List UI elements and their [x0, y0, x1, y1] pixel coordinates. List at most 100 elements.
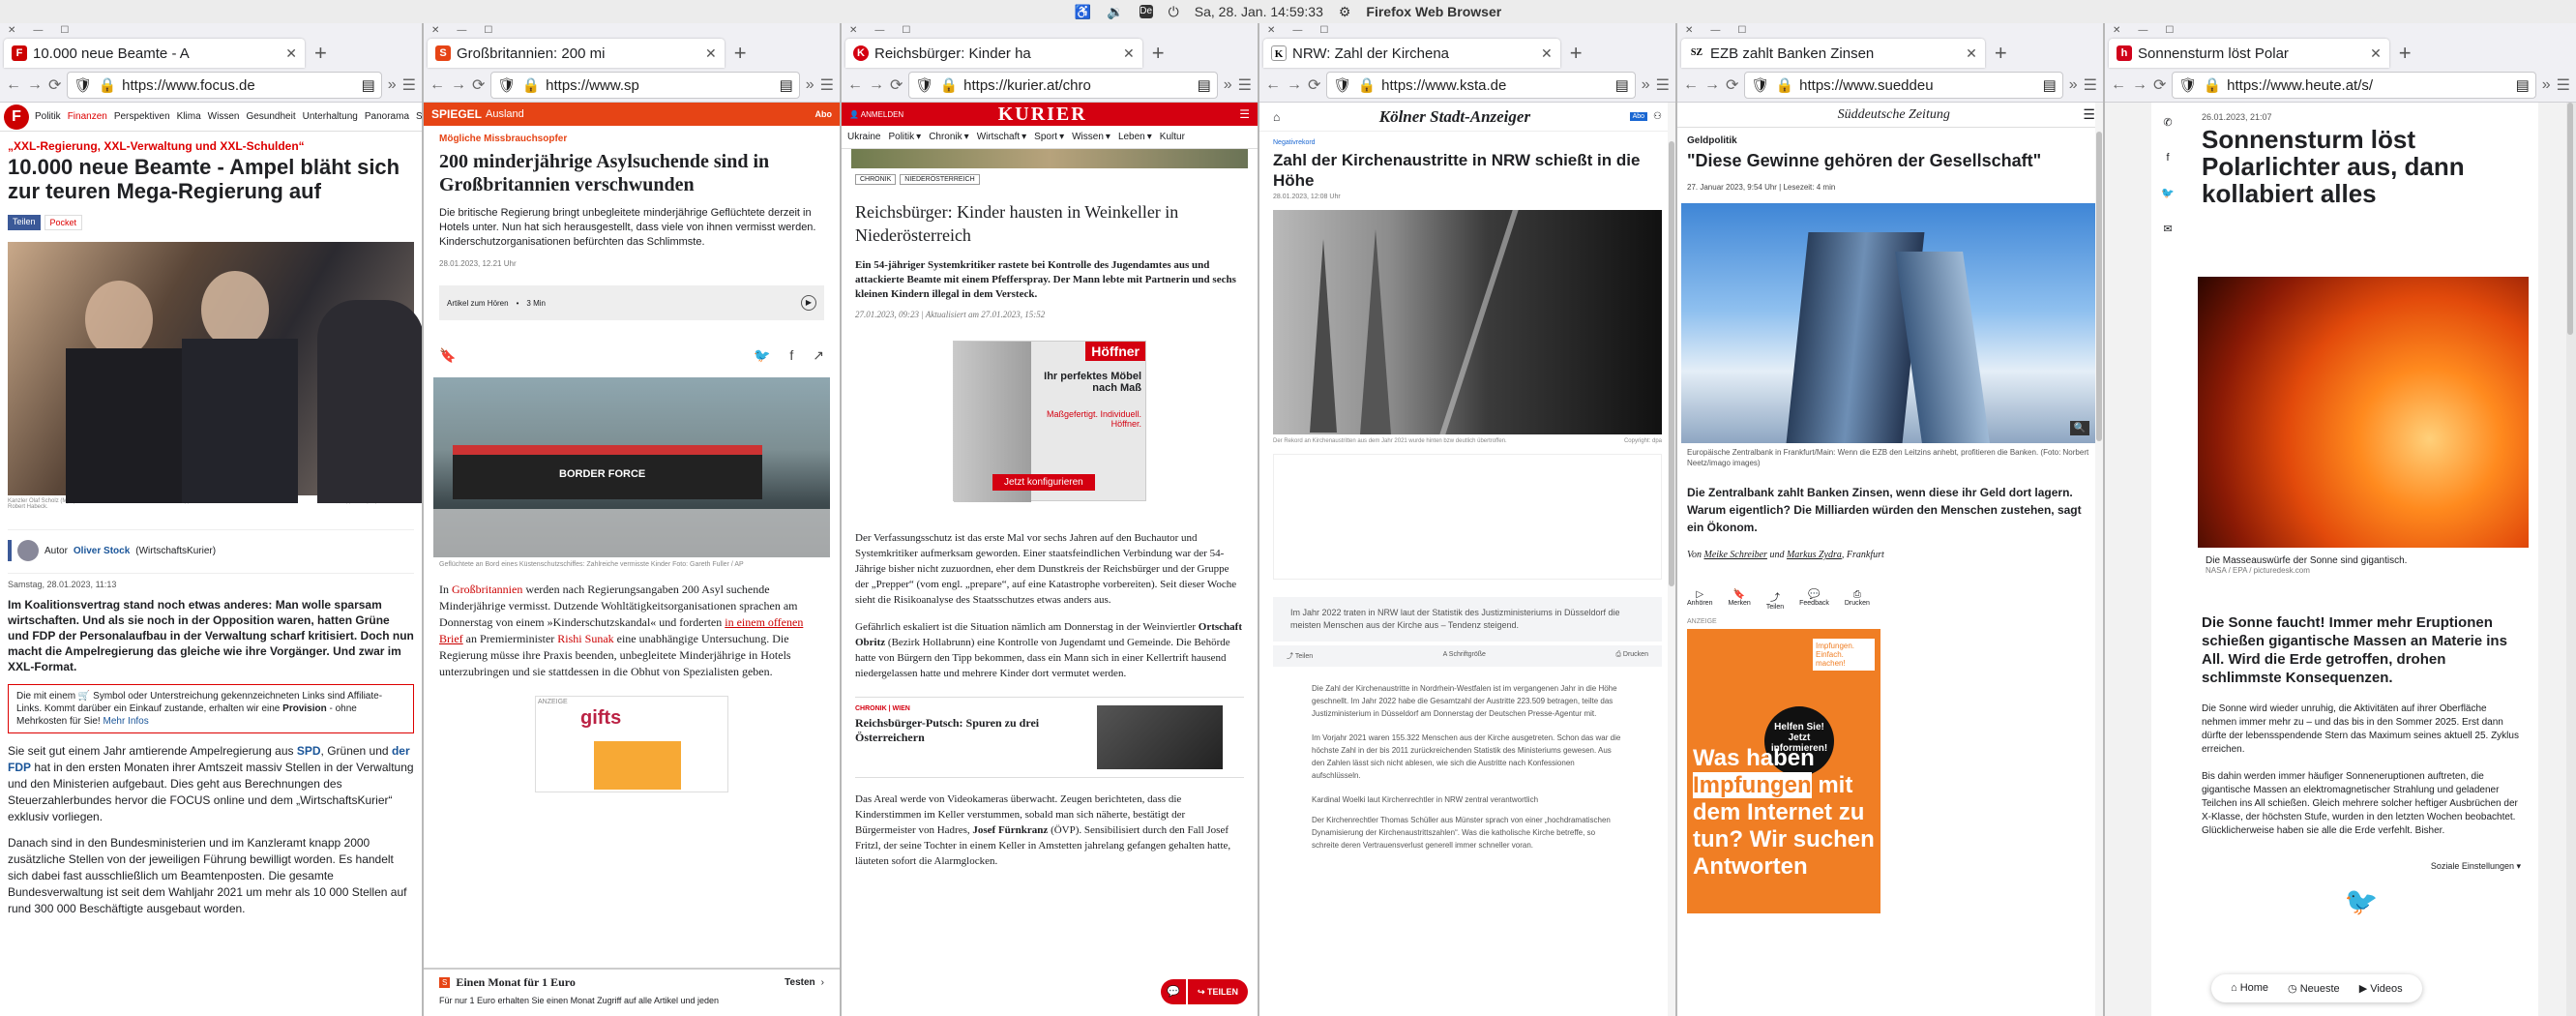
forward-button[interactable]: → [451, 76, 466, 94]
social-settings-dropdown[interactable]: Soziale Einstellungen ▾ [2202, 861, 2521, 872]
close-tab-icon[interactable]: ✕ [1541, 45, 1553, 62]
nav-item[interactable]: Perspektiven [114, 111, 170, 122]
back-button[interactable]: ← [1683, 76, 1699, 94]
ad-banner[interactable]: ANZEIGE gifts [535, 696, 728, 792]
login-button[interactable]: 👤 ANMELDEN [849, 110, 903, 119]
maximize-window-button[interactable]: ☐ [1737, 25, 1746, 36]
forward-button[interactable]: → [1704, 76, 1720, 94]
author-link[interactable]: Markus Zydra [1787, 550, 1842, 560]
comment-icon[interactable]: 💬 [1160, 979, 1186, 1004]
author-link[interactable]: Meike Schreiber [1704, 550, 1767, 560]
close-window-button[interactable]: ✕ [1267, 25, 1275, 36]
reader-view-icon[interactable]: ▤ [362, 76, 375, 94]
spiegel-logo[interactable]: SPIEGEL [431, 107, 482, 121]
power-icon[interactable]: ⏻ [1169, 4, 1179, 20]
volume-icon[interactable]: 🔉 [1107, 4, 1123, 20]
focus-logo[interactable]: F [4, 104, 29, 130]
nav-item[interactable]: Unterhaltung [303, 111, 358, 122]
action-print[interactable]: ⎙ Drucken [1615, 651, 1648, 661]
new-tab-button[interactable]: + [1142, 39, 1174, 68]
browser-tab[interactable]: S Großbritannien: 200 mi ✕ [428, 39, 725, 68]
close-window-button[interactable]: ✕ [2113, 25, 2120, 36]
action-feedback[interactable]: 💬 Feedback [1799, 589, 1829, 611]
minimize-window-button[interactable]: — [2138, 25, 2147, 36]
action-print[interactable]: ⎙ Drucken [1845, 589, 1870, 611]
nav-item[interactable]: Wirtschaft [977, 132, 1020, 142]
nav-item[interactable]: Klima [177, 111, 201, 122]
forward-button[interactable]: → [869, 76, 884, 94]
nav-item[interactable]: Chronik [929, 132, 962, 142]
back-button[interactable]: ← [6, 76, 21, 94]
maximize-window-button[interactable]: ☐ [60, 25, 69, 36]
reader-view-icon[interactable]: ▤ [2043, 76, 2057, 94]
nav-item[interactable]: Gesundheit [246, 111, 295, 122]
action-play[interactable]: ▷ Anhören [1687, 589, 1712, 611]
share-button[interactable]: ↪ TEILEN [1187, 979, 1248, 1004]
twitter-icon[interactable]: 🐦 [2161, 187, 2175, 199]
kurier-logo[interactable]: KURIER [998, 104, 1145, 126]
nav-item[interactable]: Sp [416, 111, 422, 122]
close-tab-icon[interactable]: ✕ [1966, 45, 1977, 62]
close-tab-icon[interactable]: ✕ [2370, 45, 2382, 62]
audio-player[interactable]: Artikel zum Hören • 3 Min ▶ [439, 285, 824, 320]
overflow-chevron-icon[interactable]: » [2542, 76, 2551, 94]
nav-item[interactable]: Wissen [208, 111, 240, 122]
bottom-nav-home[interactable]: ⌂ Home [2225, 982, 2274, 995]
overflow-chevron-icon[interactable]: » [2069, 76, 2078, 94]
action-bookmark[interactable]: 🔖 Merken [1728, 589, 1750, 611]
link-grossbritannien[interactable]: Großbritannien [452, 583, 522, 596]
home-icon[interactable]: ⌂ [1273, 110, 1280, 124]
clock[interactable]: Sa, 28. Jan. 14:59:33 [1195, 4, 1323, 19]
nav-item[interactable]: Politik [35, 111, 61, 122]
minimize-window-button[interactable]: — [1710, 25, 1720, 36]
keyboard-layout-indicator[interactable]: De [1139, 5, 1153, 18]
action-share[interactable]: ⤴ Teilen [1766, 589, 1784, 611]
action-share[interactable]: ⤴ Teilen [1287, 651, 1313, 661]
nav-item[interactable]: Politik [888, 132, 914, 142]
reader-view-icon[interactable]: ▤ [1198, 76, 1211, 94]
mail-icon[interactable]: ✉ [2163, 223, 2172, 235]
overflow-chevron-icon[interactable]: » [1642, 76, 1650, 94]
back-button[interactable]: ← [1265, 76, 1281, 94]
new-tab-button[interactable]: + [1560, 39, 1592, 68]
close-tab-icon[interactable]: ✕ [285, 45, 297, 62]
reload-button[interactable]: ⟳ [2153, 75, 2166, 95]
reader-view-icon[interactable]: ▤ [1615, 76, 1629, 94]
new-tab-button[interactable]: + [2389, 39, 2421, 68]
share-button[interactable]: Teilen [8, 215, 41, 230]
close-tab-icon[interactable]: ✕ [705, 45, 717, 62]
zoom-icon[interactable]: 🔍 [2069, 421, 2089, 435]
test-button[interactable]: Testen [785, 977, 815, 988]
reload-button[interactable]: ⟳ [890, 75, 903, 95]
ksta-logo[interactable]: Kölner Stadt-Anzeiger [1379, 107, 1530, 127]
nav-item[interactable]: Sport [1034, 132, 1057, 142]
reload-button[interactable]: ⟳ [1308, 75, 1320, 95]
minimize-window-button[interactable]: — [874, 25, 884, 36]
forward-button[interactable]: → [1287, 76, 1302, 94]
subscription-banner[interactable]: S Einen Monat für 1 Euro Testen › Für nur 1… [424, 968, 840, 1016]
menu-icon[interactable]: ☰ [2083, 106, 2095, 123]
url-bar[interactable]: 🛡 🔒 https://www.sp ▤ [490, 72, 800, 99]
menu-icon[interactable]: ☰ [2084, 75, 2097, 95]
menu-icon[interactable]: ☰ [820, 75, 834, 95]
close-window-button[interactable]: ✕ [1685, 25, 1693, 36]
reload-button[interactable]: ⟳ [1726, 75, 1738, 95]
tag-niederoesterreich[interactable]: NIEDERÖSTERREICH [900, 174, 980, 185]
abo-button[interactable]: Abo [1629, 112, 1648, 121]
nav-item[interactable]: Leben [1118, 132, 1145, 142]
nav-item[interactable]: Kultur [1160, 132, 1185, 142]
ad-cta-button[interactable]: Jetzt konfigurieren [992, 474, 1095, 491]
browser-tab[interactable]: K Reichsbürger: Kinder ha ✕ [845, 39, 1142, 68]
close-window-button[interactable]: ✕ [849, 25, 857, 36]
browser-tab[interactable]: h Sonnensturm löst Polar ✕ [2109, 39, 2389, 68]
overflow-chevron-icon[interactable]: » [388, 76, 397, 94]
maximize-window-button[interactable]: ☐ [902, 25, 910, 36]
menu-icon[interactable]: ☰ [1238, 75, 1252, 95]
overflow-chevron-icon[interactable]: » [806, 76, 814, 94]
share-icon[interactable]: ↗ [813, 347, 824, 364]
reload-button[interactable]: ⟳ [472, 75, 485, 95]
sz-logo[interactable]: Süddeutsche Zeitung [1819, 107, 1950, 123]
back-button[interactable]: ← [429, 76, 445, 94]
close-window-button[interactable]: ✕ [431, 25, 439, 36]
bottom-nav-videos[interactable]: ▶ Videos [2354, 982, 2409, 995]
